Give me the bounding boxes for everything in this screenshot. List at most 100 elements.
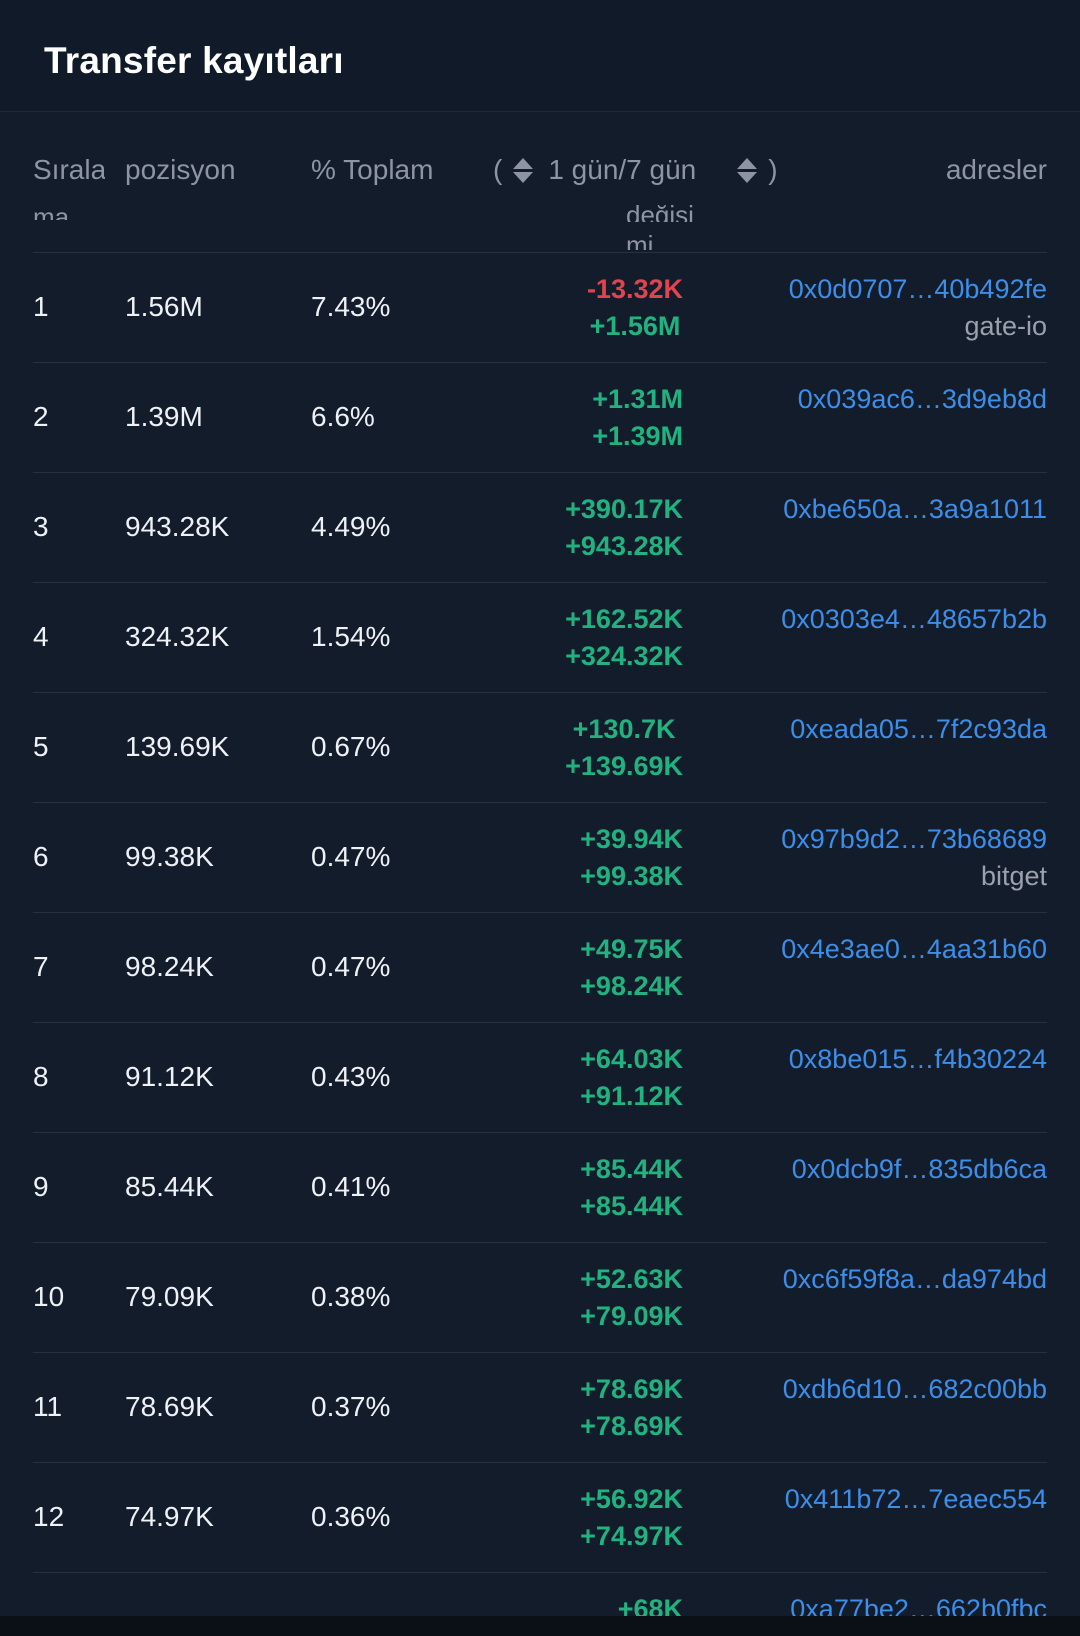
table-row[interactable]: 6 99.38K 0.47% +39.94K +99.38K 0x97b9d2…73b68… [33, 802, 1047, 912]
address-link[interactable]: 0x97b9d2…73b68689 [781, 821, 1047, 858]
table-row[interactable]: 9 85.44K 0.41% +85.44K +85.44K 0x0dcb9f…835db… [33, 1132, 1047, 1242]
change-cell: +85.44K +85.44K [580, 1151, 683, 1225]
total-percent-cell: 4.49% [311, 511, 391, 542]
total-percent-cell: 0.43% [311, 1061, 391, 1092]
page-header: Transfer kayıtları [0, 0, 1080, 112]
column-header-change[interactable]: ( 1 gün/7 gün ) [493, 154, 778, 186]
page-title: Transfer kayıtları [44, 40, 344, 81]
paren-open: ( [493, 154, 503, 185]
position-cell: 324.32K [125, 621, 230, 652]
change-1d-value: +162.52K [565, 604, 683, 634]
change-cell: +56.92K +74.97K [580, 1481, 683, 1555]
column-header-rank-overflow: ma [33, 202, 70, 220]
change-cell: +64.03K +91.12K [580, 1041, 683, 1115]
table-row[interactable]: 10 79.09K 0.38% +52.63K +79.09K 0xc6f59f8a…da… [33, 1242, 1047, 1352]
change-cell: +52.63K +79.09K [580, 1261, 683, 1335]
total-percent-cell: 6.6% [311, 401, 375, 432]
table-row[interactable]: 11 78.69K 0.37% +78.69K +78.69K 0xdb6d10…682c… [33, 1352, 1047, 1462]
address-cell: 0xdb6d10…682c00bb [783, 1371, 1047, 1408]
address-link[interactable]: 0x0d0707…40b492fe [789, 271, 1047, 308]
total-percent-cell: 0.36% [311, 1501, 391, 1532]
change-1d-value: +56.92K [580, 1484, 683, 1514]
exchange-tag: gate-io [964, 311, 1047, 341]
change-cell: +162.52K +324.32K [565, 601, 683, 675]
rank-cell: 1 [33, 291, 49, 322]
column-header-position: pozisyon [125, 154, 236, 185]
position-cell: 79.09K [125, 1281, 214, 1312]
address-link[interactable]: 0xc6f59f8a…da974bd [783, 1261, 1047, 1298]
change-1d-value: +78.69K [580, 1374, 683, 1404]
table-row[interactable]: 4 324.32K 1.54% +162.52K +324.32K 0x0303e4…48… [33, 582, 1047, 692]
table-row[interactable]: 7 98.24K 0.47% +49.75K +98.24K 0x4e3ae0…4aa31… [33, 912, 1047, 1022]
rank-cell: 8 [33, 1061, 49, 1092]
table-row[interactable]: 2 1.39M 6.6% +1.31M +1.39M 0x039ac6…3d9eb8d [33, 362, 1047, 472]
change-cell: +130.7K +139.69K [565, 711, 683, 785]
rank-cell: 4 [33, 621, 49, 652]
position-cell: 85.44K [125, 1171, 214, 1202]
position-cell: 1.39M [125, 401, 203, 432]
address-link[interactable]: 0x411b72…7eaec554 [785, 1481, 1047, 1518]
change-7d-value: +99.38K [580, 861, 683, 891]
change-cell: -13.32K +1.56M [587, 271, 683, 345]
bottom-navigation-bar [0, 1616, 1080, 1636]
address-link[interactable]: 0xdb6d10…682c00bb [783, 1371, 1047, 1408]
change-7d-value: +79.09K [580, 1301, 683, 1331]
total-percent-cell: 0.38% [311, 1281, 391, 1312]
address-cell: 0xbe650a…3a9a1011 [783, 491, 1047, 528]
address-link[interactable]: 0xeada05…7f2c93da [790, 711, 1047, 748]
change-7d-value: +1.39M [592, 421, 683, 451]
change-1d-value: +130.7K [572, 714, 676, 744]
address-link[interactable]: 0xbe650a…3a9a1011 [783, 491, 1047, 528]
address-cell: 0x039ac6…3d9eb8d [798, 381, 1047, 418]
address-cell: 0x97b9d2…73b68689 bitget [781, 821, 1047, 895]
column-header-change-overflow-1: değişi [626, 200, 694, 222]
address-link[interactable]: 0xa77be2…662b0fbc [790, 1591, 1047, 1616]
change-1d-value: -13.32K [586, 274, 683, 304]
address-cell: 0x4e3ae0…4aa31b60 [781, 931, 1047, 968]
change-7d-value: +139.69K [565, 751, 683, 781]
transfer-table[interactable]: Sırala ma pozisyon % Toplam ( 1 gün/7 gü… [0, 112, 1080, 1616]
total-percent-cell: 0.47% [311, 841, 391, 872]
rank-cell: 5 [33, 731, 49, 762]
table-row[interactable]: 12 74.97K 0.36% +56.92K +74.97K 0x411b72…7eae… [33, 1462, 1047, 1572]
table-header: Sırala ma pozisyon % Toplam ( 1 gün/7 gü… [0, 112, 1080, 252]
table-row[interactable]: 5 139.69K 0.67% +130.7K +139.69K 0xeada05…7f2… [33, 692, 1047, 802]
address-link[interactable]: 0x0dcb9f…835db6ca [792, 1151, 1047, 1188]
change-1d-value: +1.31M [592, 384, 683, 414]
sort-up-down-icon[interactable] [736, 155, 758, 185]
total-percent-cell: 1.54% [311, 621, 391, 652]
change-7d-value: +74.97K [580, 1521, 683, 1551]
rank-cell: 11 [33, 1391, 63, 1422]
rank-cell: 10 [33, 1281, 65, 1312]
total-percent-cell: 0.47% [311, 951, 391, 982]
change-7d-value: +1.56M [589, 311, 681, 341]
position-cell: 74.97K [125, 1501, 214, 1532]
address-cell: 0xc6f59f8a…da974bd [783, 1261, 1047, 1298]
address-cell: 0x411b72…7eaec554 [785, 1481, 1047, 1518]
rank-cell: 9 [33, 1171, 49, 1202]
change-7d-value: +324.32K [565, 641, 683, 671]
exchange-tag: bitget [980, 861, 1047, 891]
rank-cell: 12 [33, 1501, 65, 1532]
position-cell: 99.38K [125, 841, 214, 872]
table-row[interactable]: 3 943.28K 4.49% +390.17K +943.28K 0xbe650a…3a… [33, 472, 1047, 582]
address-link[interactable]: 0x039ac6…3d9eb8d [798, 381, 1047, 418]
table-row[interactable]: 8 91.12K 0.43% +64.03K +91.12K 0x8be015…f4b30… [33, 1022, 1047, 1132]
address-link[interactable]: 0x4e3ae0…4aa31b60 [781, 931, 1047, 968]
position-cell: 943.28K [125, 511, 230, 542]
change-7d-value: +78.69K [580, 1411, 683, 1441]
address-cell: 0x0303e4…48657b2b [781, 601, 1047, 638]
rank-cell: 3 [33, 511, 49, 542]
address-link[interactable]: 0x0303e4…48657b2b [781, 601, 1047, 638]
table-row[interactable]: 1 1.56M 7.43% -13.32K +1.56M 0x0d0707…40b492f… [33, 252, 1047, 362]
change-1d-value: +85.44K [580, 1154, 683, 1184]
change-cell: +1.31M +1.39M [592, 381, 683, 455]
address-link[interactable]: 0x8be015…f4b30224 [789, 1041, 1047, 1078]
sort-up-down-icon[interactable] [512, 155, 534, 185]
column-header-change-overflow-2: mi [626, 230, 654, 250]
change-7d-value: +98.24K [580, 971, 683, 1001]
position-cell: 139.69K [125, 731, 230, 762]
change-7d-value: +943.28K [565, 531, 683, 561]
table-row[interactable]: +68K 0xa77be2…662b0fbc [33, 1572, 1047, 1616]
position-cell: 78.69K [125, 1391, 214, 1422]
